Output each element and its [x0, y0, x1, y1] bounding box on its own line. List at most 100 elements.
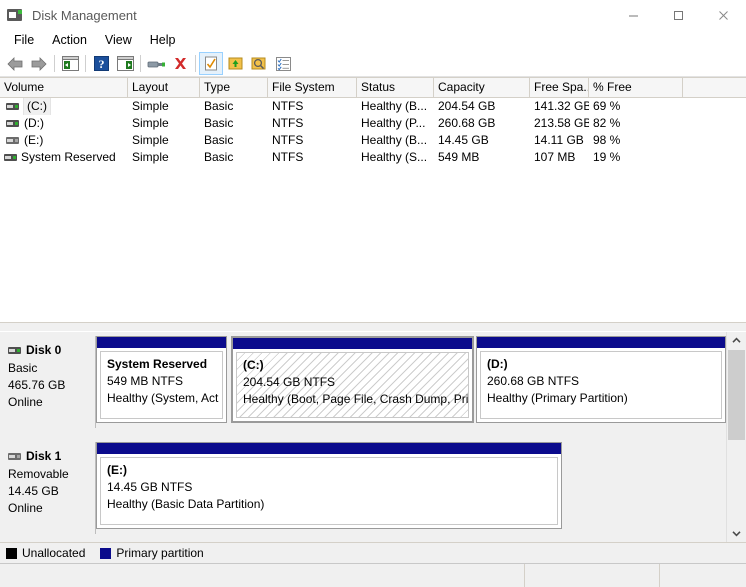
partition-capacity-bar — [477, 337, 725, 349]
toolbar-separator — [54, 55, 55, 72]
partition-e[interactable]: (E:) 14.45 GB NTFS Healthy (Basic Data P… — [96, 442, 562, 529]
toolbar-separator — [140, 55, 141, 72]
close-button[interactable] — [701, 0, 746, 30]
properties-icon[interactable] — [199, 52, 223, 75]
column-header-type[interactable]: Type — [200, 78, 268, 97]
partition-body: (C:) 204.54 GB NTFS Healthy (Boot, Page … — [236, 352, 469, 418]
free-space-cell: 141.32 GB — [534, 99, 589, 113]
volume-cell[interactable]: (D:) — [0, 115, 128, 132]
table-row[interactable]: (C:) Simple Basic NTFS Healthy (B... 204… — [0, 98, 746, 115]
column-header-capacity[interactable]: Capacity — [434, 78, 530, 97]
explore-icon[interactable] — [247, 52, 271, 75]
volume-label: (E:) — [24, 133, 44, 147]
show-action-pane-icon[interactable] — [113, 52, 137, 75]
layout-cell: Simple — [132, 133, 169, 147]
disk-state: Online — [8, 395, 43, 409]
partition-status: Healthy (System, Act — [107, 391, 219, 405]
maximize-button[interactable] — [656, 0, 701, 30]
legend-swatch-unallocated — [6, 547, 17, 559]
layout-cell: Simple — [132, 99, 169, 113]
table-row[interactable]: (E:) Simple Basic NTFS Healthy (B... 14.… — [0, 132, 746, 149]
disk-state: Online — [8, 501, 43, 515]
volume-list-header: Volume Layout Type File System Status Ca… — [0, 77, 746, 98]
type-cell: Basic — [204, 133, 234, 147]
toolbar: ? — [0, 51, 746, 77]
panel-splitter[interactable] — [0, 322, 746, 332]
column-header-file-system[interactable]: File System — [268, 78, 357, 97]
partition-system-reserved[interactable]: System Reserved 549 MB NTFS Healthy (Sys… — [96, 336, 227, 423]
partition-title: System Reserved — [107, 357, 208, 371]
partition-body: System Reserved 549 MB NTFS Healthy (Sys… — [100, 351, 223, 419]
free-space-cell: 213.58 GB — [534, 116, 589, 130]
partition-status: Healthy (Basic Data Partition) — [107, 497, 265, 511]
partition-size: 549 MB NTFS — [107, 374, 184, 388]
status-cell: Healthy (B... — [361, 133, 428, 147]
delete-volume-icon[interactable] — [168, 52, 192, 75]
scroll-up-arrow[interactable] — [727, 332, 746, 349]
table-row[interactable]: System Reserved Simple Basic NTFS Health… — [0, 149, 746, 166]
window-title: Disk Management — [32, 7, 137, 23]
column-header-free-space[interactable]: Free Spa... — [530, 78, 589, 97]
menu-action[interactable]: Action — [43, 31, 96, 50]
disk-info-1[interactable]: Disk 1 Removable 14.45 GB Online — [0, 442, 96, 534]
capacity-cell: 260.68 GB — [438, 116, 496, 130]
extend-volume-icon[interactable] — [223, 52, 247, 75]
disk-management-window: Disk Management File Action View Help ? … — [0, 0, 746, 587]
back-icon[interactable] — [3, 52, 27, 75]
show-hide-tree-icon[interactable] — [58, 52, 82, 75]
layout-cell: Simple — [132, 116, 169, 130]
disk-type: Removable — [8, 467, 69, 481]
forward-icon[interactable] — [27, 52, 51, 75]
title-bar: Disk Management — [0, 0, 746, 30]
scroll-thumb[interactable] — [728, 350, 745, 440]
disk-graphical-view: Disk 0 Basic 465.76 GB Online System Res… — [0, 332, 746, 542]
percent-free-cell: 69 % — [593, 99, 621, 113]
file-system-cell: NTFS — [272, 150, 304, 164]
disk-row-1[interactable]: Disk 1 Removable 14.45 GB Online (E:) 14… — [0, 442, 727, 534]
file-system-cell: NTFS — [272, 99, 304, 113]
column-header-status[interactable]: Status — [357, 78, 434, 97]
partition-c[interactable]: (C:) 204.54 GB NTFS Healthy (Boot, Page … — [231, 336, 474, 423]
disk-row-0[interactable]: Disk 0 Basic 465.76 GB Online System Res… — [0, 336, 727, 428]
menu-file[interactable]: File — [5, 31, 43, 50]
legend-label: Unallocated — [22, 546, 86, 560]
minimize-button[interactable] — [611, 0, 656, 30]
scroll-down-arrow[interactable] — [727, 525, 746, 542]
partition-title: (D:) — [487, 357, 508, 371]
drive-icon-gray — [6, 137, 19, 144]
partition-status: Healthy (Primary Partition) — [487, 391, 628, 405]
status-cell: Healthy (P... — [361, 116, 426, 130]
toolbar-separator — [195, 55, 196, 72]
volume-label: (C:) — [23, 98, 51, 115]
disk-management-icon — [7, 7, 25, 23]
rescan-disks-icon[interactable] — [144, 52, 168, 75]
svg-text:?: ? — [98, 57, 104, 71]
menu-view[interactable]: View — [96, 31, 141, 50]
partition-d[interactable]: (D:) 260.68 GB NTFS Healthy (Primary Par… — [476, 336, 726, 423]
disk-size: 465.76 GB — [8, 378, 66, 392]
help-icon[interactable]: ? — [89, 52, 113, 75]
volume-cell[interactable]: System Reserved — [0, 149, 128, 166]
percent-free-cell: 19 % — [593, 150, 621, 164]
disk-name: Disk 0 — [26, 343, 62, 357]
disk-view-scrollbar[interactable] — [726, 332, 746, 542]
column-header-percent-free[interactable]: % Free — [589, 78, 683, 97]
partition-size: 260.68 GB NTFS — [487, 374, 580, 388]
menu-help[interactable]: Help — [141, 31, 185, 50]
volume-cell[interactable]: (C:) — [0, 98, 128, 115]
status-pane-two — [525, 564, 660, 587]
column-header-volume[interactable]: Volume — [0, 78, 128, 97]
partition-body: (E:) 14.45 GB NTFS Healthy (Basic Data P… — [100, 457, 558, 525]
disk-info-0[interactable]: Disk 0 Basic 465.76 GB Online — [0, 336, 96, 428]
list-view-icon[interactable] — [271, 52, 295, 75]
partition-title: (E:) — [107, 463, 127, 477]
volume-label: System Reserved — [21, 150, 116, 164]
percent-free-cell: 98 % — [593, 133, 621, 147]
status-cell: Healthy (B... — [361, 99, 428, 113]
column-header-layout[interactable]: Layout — [128, 78, 200, 97]
type-cell: Basic — [204, 116, 234, 130]
column-header-filler[interactable] — [683, 78, 746, 97]
volume-cell[interactable]: (E:) — [0, 132, 128, 149]
partition-capacity-bar — [97, 443, 561, 455]
table-row[interactable]: (D:) Simple Basic NTFS Healthy (P... 260… — [0, 115, 746, 132]
